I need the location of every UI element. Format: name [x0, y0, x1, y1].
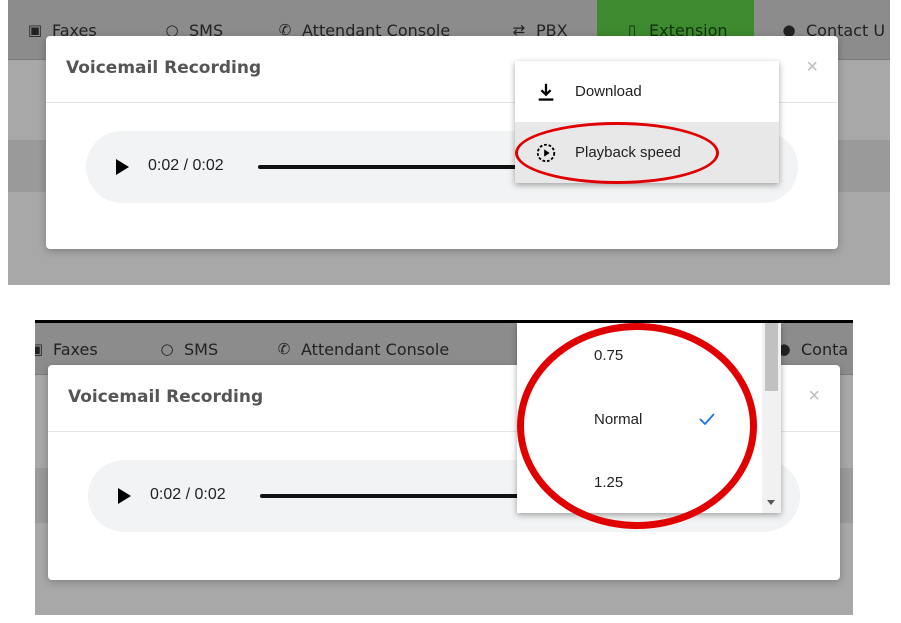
menu-item-download[interactable]: Download: [515, 61, 779, 122]
screenshot-top: ▣ Faxes ○ SMS ✆ Attendant Console ⇄ PBX …: [8, 0, 890, 285]
nav-attendant-console-label: Attendant Console: [301, 339, 450, 359]
fax-icon: ▣: [35, 340, 45, 358]
menu-item-playback-speed-label: Playback speed: [575, 144, 681, 161]
fax-icon: ▣: [27, 21, 43, 39]
screenshot-bottom: ▣ Faxes ○ SMS ✆ Attendant Console ● Cont…: [35, 320, 853, 615]
menu-item-download-label: Download: [575, 83, 642, 100]
playback-speed-menu: 0.75 Normal 1.25: [517, 323, 781, 513]
play-icon[interactable]: [118, 488, 131, 504]
audio-options-menu: Download Playback speed: [515, 61, 779, 183]
scroll-down-icon[interactable]: [767, 500, 775, 505]
audio-time: 0:02 / 0:02: [150, 486, 226, 503]
menu-item-playback-speed[interactable]: Playback speed: [515, 122, 779, 183]
menu-scrollbar[interactable]: [762, 323, 781, 513]
download-icon: [538, 83, 554, 101]
audio-time: 0:02 / 0:02: [148, 157, 224, 174]
chat-icon: ○: [160, 340, 174, 358]
scrollbar-thumb[interactable]: [765, 323, 778, 391]
playback-speed-icon: [536, 143, 556, 162]
modal-title: Voicemail Recording: [68, 387, 264, 407]
phone-icon: ✆: [277, 340, 291, 358]
speed-option-label: 0.75: [594, 346, 624, 364]
nav-contact-us-label: Conta: [801, 339, 849, 359]
speed-option-1-25[interactable]: 1.25: [517, 462, 762, 502]
progress-track[interactable]: [260, 494, 520, 498]
modal-title: Voicemail Recording: [66, 58, 262, 78]
close-icon[interactable]: ×: [806, 56, 818, 79]
speed-option-0-75[interactable]: 0.75: [517, 335, 762, 375]
speed-option-normal[interactable]: Normal: [517, 399, 762, 439]
close-icon[interactable]: ×: [808, 385, 820, 408]
nav-sms-label: SMS: [184, 339, 219, 359]
nav-faxes-label: Faxes: [53, 339, 98, 359]
play-icon[interactable]: [116, 159, 129, 175]
progress-track[interactable]: [258, 165, 518, 169]
speed-option-label: Normal: [594, 410, 643, 428]
speed-option-label: 1.25: [594, 473, 624, 491]
checkmark-icon: [699, 413, 715, 426]
